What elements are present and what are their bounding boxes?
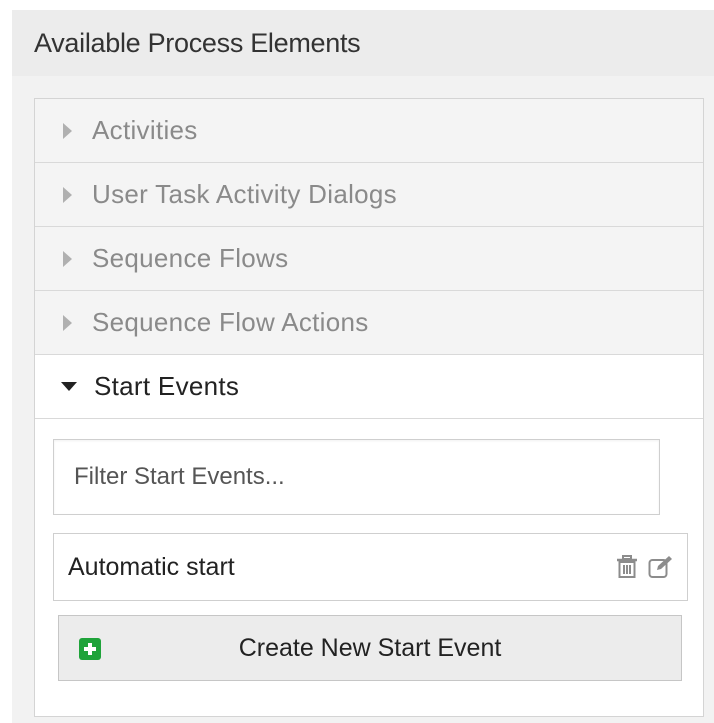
- accordion-item-label: Activities: [92, 115, 198, 145]
- start-event-name: Automatic start: [68, 552, 235, 581]
- caret-right-icon: [63, 186, 72, 203]
- process-elements-panel: Available Process Elements Activities Us…: [12, 10, 714, 723]
- accordion-item-sequence-flow-actions[interactable]: Sequence Flow Actions: [35, 291, 703, 355]
- accordion-item-activities[interactable]: Activities: [35, 99, 703, 163]
- create-new-start-event-label: Create New Start Event: [238, 633, 502, 662]
- caret-right-icon: [63, 122, 72, 139]
- accordion-item-start-events[interactable]: Start Events: [35, 355, 703, 419]
- accordion-item-label: Start Events: [94, 371, 240, 401]
- edit-icon[interactable]: [647, 553, 675, 581]
- trash-icon[interactable]: [613, 553, 641, 581]
- process-elements-accordion: Activities User Task Activity Dialogs Se…: [34, 98, 704, 717]
- accordion-item-label: User Task Activity Dialogs: [92, 179, 397, 209]
- caret-down-icon: [61, 382, 77, 391]
- caret-right-icon: [63, 250, 72, 267]
- create-new-start-event-button[interactable]: Create New Start Event: [58, 615, 682, 681]
- filter-start-events-input[interactable]: [53, 439, 660, 515]
- accordion-item-user-task-activity-dialogs[interactable]: User Task Activity Dialogs: [35, 163, 703, 227]
- accordion-item-sequence-flows[interactable]: Sequence Flows: [35, 227, 703, 291]
- page: Available Process Elements Activities Us…: [0, 0, 714, 723]
- caret-right-icon: [63, 314, 72, 331]
- accordion-item-label: Sequence Flow Actions: [92, 307, 369, 337]
- start-event-item[interactable]: Automatic start: [53, 533, 688, 601]
- accordion-item-label: Sequence Flows: [92, 243, 289, 273]
- start-event-actions: [613, 553, 675, 581]
- plus-square-icon: [79, 638, 101, 660]
- panel-title: Available Process Elements: [12, 10, 714, 76]
